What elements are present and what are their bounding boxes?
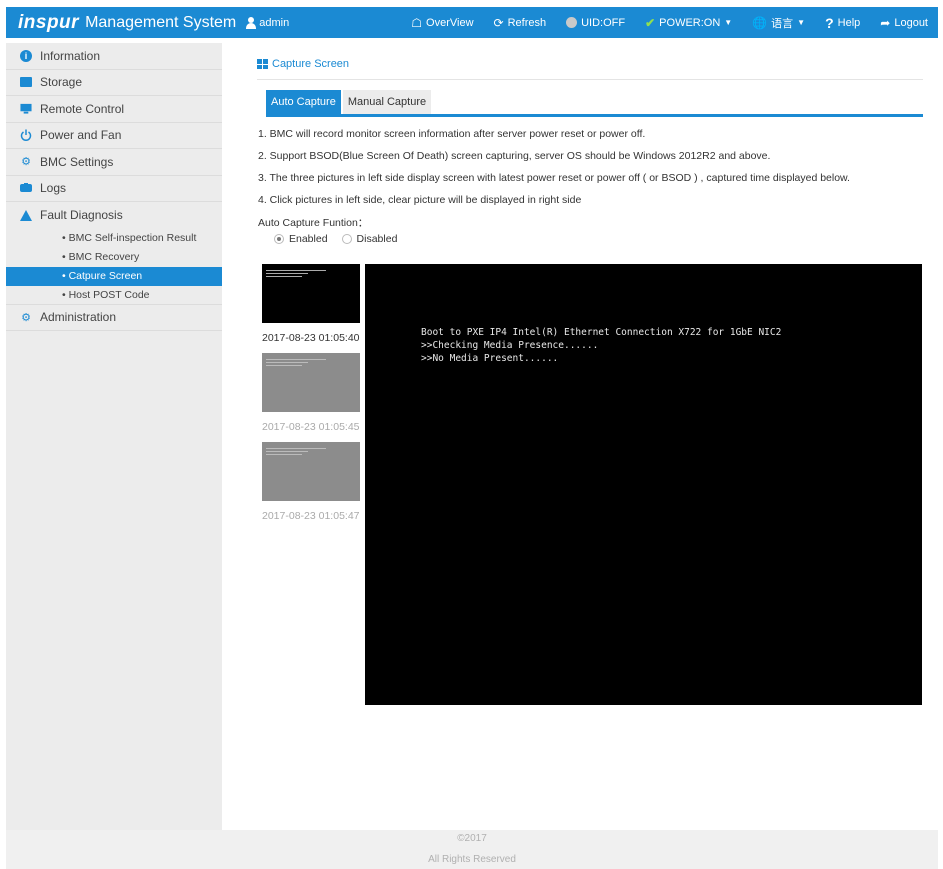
top-nav: ☖ OverView ⟳ Refresh UID:OFF ✔ POWER:ON … — [401, 7, 938, 38]
power-label: POWER:ON — [659, 16, 721, 29]
language-dropdown[interactable]: 🌐 语言 ▼ — [742, 7, 815, 38]
home-icon: ☖ — [411, 15, 423, 30]
console-output: Boot to PXE IP4 Intel(R) Ethernet Connec… — [421, 326, 781, 365]
instruction-line: 2. Support BSOD(Blue Screen Of Death) sc… — [258, 150, 771, 162]
storage-icon — [20, 76, 32, 88]
current-user[interactable]: admin — [246, 16, 290, 29]
console-line: Boot to PXE IP4 Intel(R) Ethernet Connec… — [421, 327, 782, 338]
sidebar-item-power-and-fan[interactable]: Power and Fan — [6, 123, 222, 149]
help-label: Help — [837, 16, 861, 29]
power-icon — [20, 129, 32, 142]
sidebar: i Information Storage Remote Control Pow… — [6, 43, 222, 830]
uid-status-icon — [566, 17, 578, 28]
tab-bar: Auto Capture Manual Capture — [266, 90, 923, 117]
power-dropdown[interactable]: ✔ POWER:ON ▼ — [635, 7, 742, 38]
sidebar-item-label: Logs — [40, 181, 67, 196]
user-icon — [246, 16, 257, 29]
sidebar-item-label: Remote Control — [40, 101, 125, 116]
sidebar-item-logs[interactable]: Logs — [6, 176, 222, 202]
gear-icon: ⚙ — [21, 156, 31, 169]
app-title: Management System — [85, 13, 237, 31]
caret-down-icon: ▼ — [797, 18, 806, 27]
check-icon: ✔ — [645, 15, 656, 30]
capture-preview: Boot to PXE IP4 Intel(R) Ethernet Connec… — [365, 264, 922, 705]
help-button[interactable]: ? Help — [815, 7, 870, 38]
top-navbar: inspur Management System admin ☖ OverVie… — [6, 7, 938, 38]
instruction-line: 1. BMC will record monitor screen inform… — [258, 128, 646, 140]
sidebar-item-label: Storage — [40, 75, 83, 90]
instructions: 1. BMC will record monitor screen inform… — [258, 128, 850, 216]
enabled-radio[interactable] — [274, 234, 284, 244]
admin-gear-icon: ⚙ — [21, 311, 31, 324]
refresh-icon: ⟳ — [493, 15, 504, 30]
info-icon: i — [20, 49, 32, 62]
sidebar-subitem-bmc-self-inspection[interactable]: • BMC Self-inspection Result — [6, 229, 222, 248]
sidebar-item-bmc-settings[interactable]: ⚙ BMC Settings — [6, 149, 222, 176]
auto-capture-radio-group: Enabled Disabled — [274, 233, 411, 245]
sidebar-item-label: Administration — [40, 310, 117, 325]
tab-manual-capture[interactable]: Manual Capture — [342, 90, 432, 114]
console-line: >>Checking Media Presence...... — [421, 340, 599, 351]
rights-text: All Rights Reserved — [428, 854, 516, 865]
page-title: Capture Screen — [257, 58, 349, 70]
sidebar-item-label: BMC Settings — [40, 154, 114, 169]
disabled-radio[interactable] — [341, 234, 352, 244]
auto-capture-label: Auto Capture Funtion： — [258, 217, 369, 229]
inspur-logo: inspur — [18, 11, 80, 33]
console-line: >>No Media Present...... — [421, 353, 559, 364]
logout-label: Logout — [894, 16, 928, 29]
help-icon: ? — [825, 14, 834, 31]
capture-time: 2017-08-23 01:05:40 — [262, 332, 360, 344]
copyright: ©2017 — [457, 833, 487, 844]
sidebar-subitem-host-post-code[interactable]: • Host POST Code — [6, 286, 222, 305]
grid-icon — [257, 59, 268, 69]
overview-button[interactable]: ☖ OverView — [401, 7, 483, 38]
sidebar-item-fault-diagnosis[interactable]: Fault Diagnosis — [6, 202, 222, 229]
capture-thumbnail[interactable] — [262, 264, 360, 323]
sidebar-item-information[interactable]: i Information — [6, 43, 222, 70]
capture-thumbnail[interactable] — [262, 353, 360, 412]
sidebar-subitem-capture-screen[interactable]: • Catpure Screen — [6, 266, 222, 286]
sidebar-subitem-bmc-recovery[interactable]: • BMC Recovery — [6, 248, 222, 267]
capture-time: 2017-08-23 01:05:45 — [262, 421, 360, 433]
uid-label: UID:OFF — [581, 16, 626, 29]
footer: ©2017 All Rights Reserved — [6, 830, 938, 869]
logs-icon — [20, 182, 32, 194]
capture-time: 2017-08-23 01:05:47 — [262, 510, 360, 522]
divider — [257, 79, 923, 80]
instruction-line: 3. The three pictures in left side displ… — [258, 172, 850, 184]
refresh-button[interactable]: ⟳ Refresh — [484, 7, 557, 38]
disabled-label[interactable]: Disabled — [357, 233, 398, 245]
capture-thumbnail[interactable] — [262, 442, 360, 501]
sidebar-item-storage[interactable]: Storage — [6, 70, 222, 96]
refresh-label: Refresh — [507, 16, 547, 29]
thumbnail-list: 2017-08-23 01:05:40 2017-08-23 01:05:45 … — [262, 264, 360, 531]
sidebar-item-administration[interactable]: ⚙ Administration — [6, 305, 222, 331]
sidebar-item-remote-control[interactable]: Remote Control — [6, 96, 222, 123]
enabled-label[interactable]: Enabled — [289, 233, 328, 245]
language-label: 语言 — [771, 17, 794, 30]
warning-icon — [20, 209, 32, 221]
sidebar-item-label: Information — [40, 48, 101, 63]
tab-auto-capture[interactable]: Auto Capture — [266, 90, 341, 114]
uid-button[interactable]: UID:OFF — [556, 7, 635, 38]
sidebar-item-label: Power and Fan — [40, 128, 122, 143]
brand: inspur Management System admin — [6, 12, 289, 34]
monitor-icon — [20, 103, 32, 115]
caret-down-icon: ▼ — [724, 18, 733, 27]
sidebar-item-label: Fault Diagnosis — [40, 208, 123, 223]
page-title-text: Capture Screen — [272, 58, 350, 70]
overview-label: OverView — [426, 16, 474, 29]
main-content: Capture Screen Auto Capture Manual Captu… — [222, 43, 938, 830]
username: admin — [259, 16, 290, 29]
logout-icon: ➦ — [880, 15, 891, 30]
logout-button[interactable]: ➦ Logout — [870, 7, 938, 38]
instruction-line: 4. Click pictures in left side, clear pi… — [258, 194, 582, 206]
globe-icon: 🌐 — [752, 15, 768, 30]
